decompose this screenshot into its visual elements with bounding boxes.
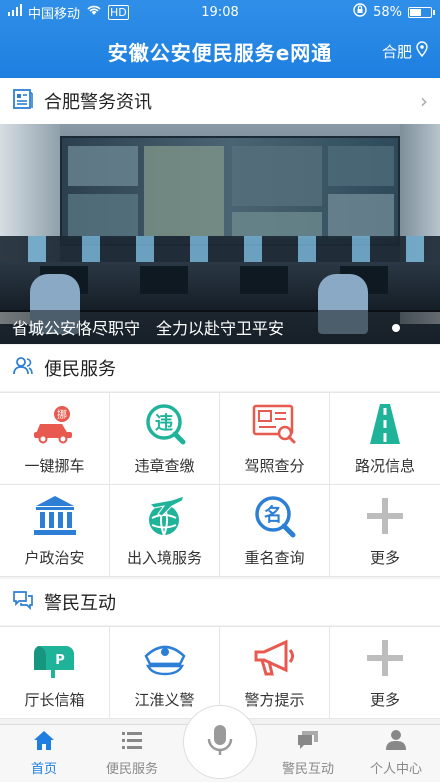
service-item-violation[interactable]: 违 违章查缴 (110, 393, 220, 485)
service-item-label: 驾照查分 (244, 457, 305, 475)
interaction-item-more[interactable]: 更多 (330, 627, 440, 719)
bottom-nav: 首页 便民服务 警民互动 个人中心 (0, 705, 440, 782)
service-item-move-car[interactable]: 挪 一键挪车 (0, 393, 110, 485)
name-search-icon: 名 (252, 493, 298, 539)
list-icon (120, 729, 144, 755)
service-item-immigration[interactable]: 出入境服务 (110, 485, 220, 577)
interaction-item-label: 江淮义警 (134, 691, 195, 709)
svg-text:名: 名 (264, 504, 282, 526)
battery-percent: 58% (373, 4, 402, 20)
chat-bubble-icon (12, 589, 34, 615)
police-cap-icon (142, 635, 188, 681)
household-building-icon (32, 493, 78, 539)
service-item-label: 更多 (369, 549, 400, 567)
nav-home-label: 首页 (30, 762, 57, 777)
plus-icon (362, 493, 408, 539)
nav-personal-label: 个人中心 (369, 762, 422, 777)
video-wall (60, 136, 400, 246)
service-item-label: 路况信息 (354, 457, 415, 475)
violation-search-icon: 违 (142, 401, 188, 447)
title-bar: 安徽公安便民服务e网通 合肥 (0, 24, 440, 78)
microphone-icon (206, 723, 234, 761)
status-bar: 中国移动 HD 19:08 58% (0, 0, 440, 24)
carrier-label: 中国移动 (28, 6, 81, 22)
city-label: 合肥 (381, 42, 412, 61)
voice-button[interactable] (183, 705, 257, 779)
interaction-item-label: 厅长信箱 (24, 691, 85, 709)
airplane-globe-icon (142, 493, 188, 539)
interaction-item-police-tips[interactable]: 警方提示 (220, 627, 330, 719)
service-item-label: 一键挪车 (24, 457, 85, 475)
rotation-lock-icon (353, 3, 367, 21)
interaction-item-volunteer[interactable]: 江淮义警 (110, 627, 220, 719)
wifi-icon (86, 4, 102, 20)
user-icon (384, 729, 408, 755)
car-move-icon: 挪 (32, 401, 78, 447)
nav-service[interactable]: 便民服务 (88, 725, 176, 782)
nav-personal[interactable]: 个人中心 (352, 725, 440, 782)
signal-icon (8, 4, 22, 20)
service-item-label: 重名查询 (244, 549, 305, 567)
battery-icon (408, 6, 435, 18)
service-section-title: 便民服务 (44, 359, 116, 380)
svg-text:P: P (55, 653, 65, 668)
clock: 19:08 (201, 4, 239, 20)
mailbox-icon: P (32, 635, 78, 681)
svg-text:挪: 挪 (57, 408, 67, 421)
news-section-title: 合肥警务资讯 (44, 92, 152, 113)
hd-icon: HD (108, 4, 129, 20)
location-pin-icon (416, 41, 428, 61)
chevron-right-icon: › (420, 89, 428, 113)
license-score-icon (252, 401, 298, 447)
interaction-item-label: 警方提示 (244, 691, 305, 709)
interaction-item-label: 更多 (369, 691, 400, 709)
nav-service-label: 便民服务 (105, 762, 158, 777)
nav-interaction-label: 警民互动 (281, 762, 334, 777)
service-item-label: 出入境服务 (126, 549, 202, 567)
service-section-header: 便民服务 (0, 345, 440, 391)
service-item-road[interactable]: 路况信息 (330, 393, 440, 485)
service-item-more[interactable]: 更多 (330, 485, 440, 577)
plus-icon (362, 635, 408, 681)
news-document-icon (12, 88, 34, 114)
service-item-label: 户政治安 (24, 549, 85, 567)
news-banner[interactable]: 省城公安恪尽职守 全力以赴守卫平安 (0, 124, 440, 344)
road-condition-icon (362, 401, 408, 447)
app-header: 中国移动 HD 19:08 58% 安徽公安便民服务e网通 合肥 (0, 0, 440, 78)
svg-text:违: 违 (155, 412, 173, 434)
interaction-item-mailbox[interactable]: P 厅长信箱 (0, 627, 110, 719)
service-grid: 挪 一键挪车 违 违章查缴 驾照查分 路况信息 户政治安 出入境服务 名 重名查… (0, 392, 440, 577)
battery-fill (410, 8, 422, 16)
news-section-header[interactable]: 合肥警务资讯 › (0, 78, 440, 124)
nav-home[interactable]: 首页 (0, 725, 88, 782)
banner-caption: 省城公安恪尽职守 全力以赴守卫平安 (0, 310, 440, 344)
interaction-section-header: 警民互动 (0, 579, 440, 625)
carousel-indicator[interactable] (392, 324, 400, 332)
service-item-label: 违章查缴 (134, 457, 195, 475)
chat-icon (296, 729, 320, 755)
city-selector[interactable]: 合肥 (382, 41, 428, 62)
page-title: 安徽公安便民服务e网通 (107, 40, 333, 65)
people-icon (12, 355, 34, 381)
service-item-name-search[interactable]: 名 重名查询 (220, 485, 330, 577)
service-item-household[interactable]: 户政治安 (0, 485, 110, 577)
megaphone-icon (252, 635, 298, 681)
nav-interaction[interactable]: 警民互动 (264, 725, 352, 782)
service-item-license[interactable]: 驾照查分 (220, 393, 330, 485)
interaction-section-title: 警民互动 (44, 593, 116, 614)
home-icon (32, 729, 56, 755)
